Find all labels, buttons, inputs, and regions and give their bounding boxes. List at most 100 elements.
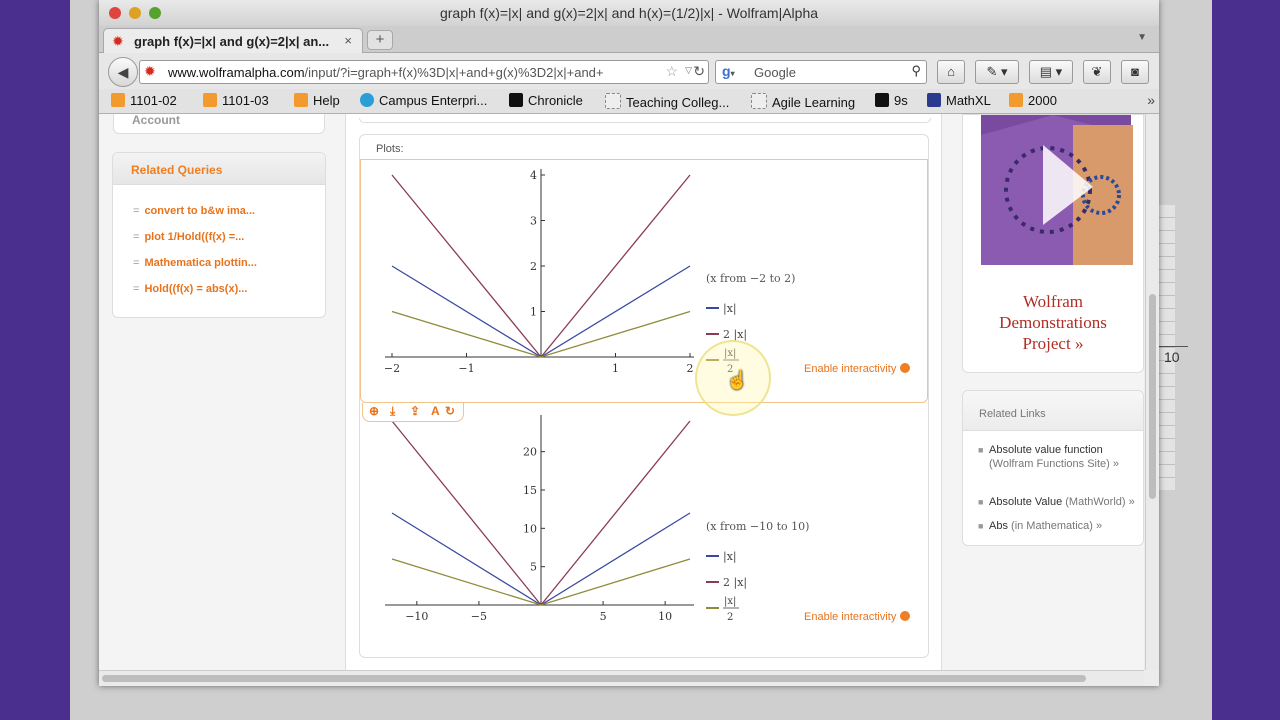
tools-dropdown-button[interactable]: ✎ ▾ (975, 60, 1019, 84)
bookmark-favicon-icon (875, 93, 889, 107)
search-input[interactable]: Google (754, 65, 796, 80)
bookmark-label: MathXL (946, 93, 991, 108)
url-history-dropdown-icon[interactable]: ▽ (685, 65, 692, 76)
bullet-icon: ■ (978, 521, 984, 531)
y-tick-label: 10 (523, 522, 537, 535)
url-text[interactable]: www.wolframalpha.com/input/?i=graph+f(x)… (168, 65, 638, 80)
link-note: (MathWorld) » (1065, 496, 1135, 508)
interactive-icon (900, 611, 911, 621)
back-button[interactable]: ◀ (108, 57, 138, 87)
legend-label: |x| (723, 302, 737, 316)
background-window-axis (1159, 205, 1175, 490)
bookmark-9s[interactable]: 9s (875, 93, 908, 108)
reload-icon[interactable]: ↻ (693, 63, 705, 80)
vertical-scrollbar[interactable] (1145, 114, 1159, 670)
bookmark-2000[interactable]: 2000 (1009, 93, 1057, 108)
zoom-icon[interactable]: ⊕ (369, 404, 379, 418)
background-axis-label: 10 (1164, 349, 1180, 365)
related-link-item[interactable]: ■ Absolute Value (MathWorld) » (978, 495, 1139, 509)
bookmark-label: Teaching Colleg... (626, 95, 730, 110)
more-bookmarks-icon[interactable]: » (1147, 92, 1155, 108)
profile-button[interactable]: ◙ (1121, 60, 1149, 84)
x-tick-label: 1 (612, 362, 619, 375)
addon-dropdown-button[interactable]: ▤ ▾ (1029, 60, 1073, 84)
bookmark-1101-02[interactable]: 1101-02 (111, 93, 177, 108)
bookmark-1101-03[interactable]: 1101-03 (203, 93, 269, 108)
bookmark-favicon-icon (1009, 93, 1023, 107)
interactive-icon (900, 363, 911, 373)
x-tick-label: 10 (658, 610, 672, 623)
interactive-toggle-icon[interactable]: ↻ (445, 404, 455, 418)
x-tick-label: 2 (687, 362, 694, 375)
search-bar[interactable]: g▾ Google ⚲ (715, 60, 927, 84)
profile-icon: ◙ (1131, 64, 1139, 79)
demonstrations-label[interactable]: Wolfram Demonstrations Project » (963, 291, 1143, 354)
y-tick-label: 20 (523, 446, 537, 459)
bookmark-help[interactable]: Help (294, 93, 340, 108)
bookmark-favicon-icon (294, 93, 308, 107)
demo-line-2: Demonstrations (999, 313, 1107, 332)
url-bar[interactable]: ✹ www.wolframalpha.com/input/?i=graph+f(… (139, 60, 709, 84)
related-query-item[interactable]: = convert to b&w ima... (133, 205, 255, 217)
pod-toolbar: ⊕ ⤓ ⇪ A ↻ (362, 403, 464, 422)
home-button[interactable]: ⌂ (937, 60, 965, 84)
evernote-button[interactable]: ❦ (1083, 60, 1111, 84)
bookmark-mathxl[interactable]: MathXL (927, 93, 991, 108)
y-tick-label: 5 (530, 561, 537, 574)
x-tick-label: 5 (600, 610, 607, 623)
account-link[interactable]: Account (132, 114, 180, 127)
horizontal-scrollbar[interactable] (99, 670, 1144, 686)
related-query-item[interactable]: = Hold((f(x) = abs(x)... (133, 283, 247, 295)
related-query-label: Mathematica plottin... (144, 257, 257, 269)
bullet-icon: ■ (978, 445, 984, 455)
bookmark-favicon-icon (111, 93, 125, 107)
enable-interactivity-link[interactable]: Enable interactivity (804, 611, 911, 623)
tab-wolfram[interactable]: ✹ graph f(x)=|x| and g(x)=2|x| an... × (103, 28, 363, 53)
bookmark-campus-enterprise[interactable]: Campus Enterpri... (360, 93, 487, 108)
wolfram-favicon-icon: ✹ (112, 33, 124, 49)
search-icon[interactable]: ⚲ (911, 63, 921, 79)
url-host: www.wolframalpha.com (168, 65, 305, 80)
enable-interactivity-label: Enable interactivity (804, 611, 897, 623)
legend-label: 2 |x| (723, 576, 747, 590)
bookmark-favicon-icon (605, 93, 621, 109)
link-main: Absolute Value (989, 496, 1063, 508)
plots-pod: Plots: −2 −1 1 2 1 2 3 4 (x from −2 to 2) |x| 2 |x… (359, 134, 929, 658)
home-icon: ⌂ (947, 64, 955, 79)
bookmark-teaching-college[interactable]: Teaching Colleg... (605, 93, 729, 110)
demonstration-thumbnail (981, 115, 1133, 265)
demo-line-1: Wolfram (1023, 292, 1083, 311)
related-query-item[interactable]: = Mathematica plottin... (133, 257, 257, 269)
bullet-icon: = (133, 257, 140, 269)
related-link-item[interactable]: ■ Abs (in Mathematica) » (978, 519, 1139, 533)
related-query-label: Hold((f(x) = abs(x)... (144, 283, 248, 295)
bookmark-star-icon[interactable]: ☆ (665, 63, 678, 80)
tab-title: graph f(x)=|x| and g(x)=2|x| an... (134, 34, 330, 49)
new-tab-button[interactable]: + (367, 30, 393, 50)
demonstrations-card[interactable]: Wolfram Demonstrations Project » (962, 114, 1144, 373)
related-link-item[interactable]: ■ Absolute value function (Wolfram Functi… (978, 443, 1139, 471)
page-content: Account Related Queries = convert to b&w … (99, 114, 1144, 670)
site-identity-icon: ✹ (144, 63, 156, 79)
download-icon[interactable]: ⤓ (390, 404, 395, 419)
enable-interactivity-link[interactable]: Enable interactivity (804, 363, 911, 375)
legend-label-numerator: |x| (724, 596, 736, 607)
tab-list-icon[interactable]: ▼ (1137, 32, 1147, 43)
browser-window: graph f(x)=|x| and g(x)=2|x| and h(x)=(1… (99, 0, 1159, 686)
tab-close-icon[interactable]: × (344, 33, 352, 48)
google-search-engine-icon[interactable]: g▾ (722, 63, 735, 79)
vertical-scroll-thumb[interactable] (1149, 294, 1156, 499)
right-sidebar: Wolfram Demonstrations Project » Related… (961, 114, 1144, 670)
bookmark-favicon-icon (203, 93, 217, 107)
related-query-label: convert to b&w ima... (144, 205, 256, 217)
bookmark-label: Agile Learning (772, 95, 856, 110)
bookmark-chronicle[interactable]: Chronicle (509, 93, 583, 108)
y-tick-label: 3 (530, 215, 537, 228)
plot-range-label: (x from −10 to 10) (706, 520, 809, 533)
horizontal-scroll-thumb[interactable] (102, 675, 1086, 682)
related-query-item[interactable]: = plot 1/Hold((f(x) =... (133, 231, 244, 243)
bookmark-agile-learning[interactable]: Agile Learning (751, 93, 855, 110)
share-icon[interactable]: ⇪ (410, 404, 420, 418)
y-tick-label: 1 (530, 306, 537, 319)
font-icon[interactable]: A (431, 404, 440, 418)
